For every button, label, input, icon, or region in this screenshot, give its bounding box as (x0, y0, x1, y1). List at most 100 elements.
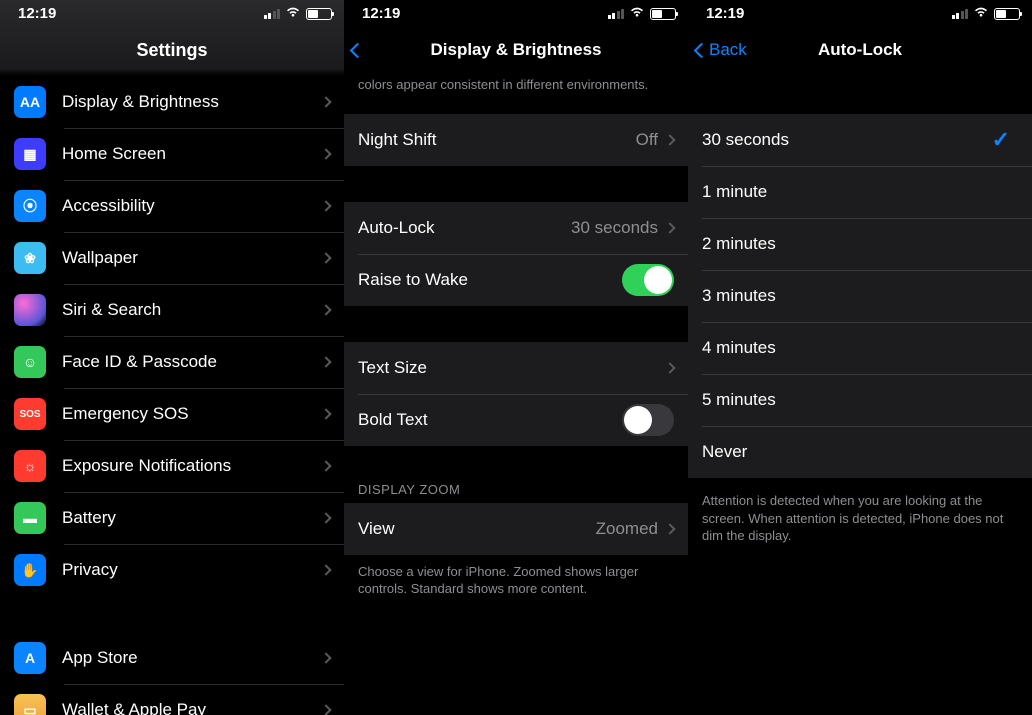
settings-row-display-brightness[interactable]: AA Display & Brightness (0, 76, 344, 128)
bold-text-label: Bold Text (358, 410, 622, 430)
chevron-right-icon (320, 512, 331, 523)
settings-row-label: Privacy (62, 560, 322, 580)
settings-row-label: Wallet & Apple Pay (62, 700, 322, 715)
auto-lock-options: 30 seconds✓1 minute2 minutes3 minutes4 m… (688, 114, 1032, 478)
status-indicators (264, 6, 333, 21)
chevron-right-icon (320, 356, 331, 367)
back-label: Back (709, 40, 747, 60)
bold-text-row: Bold Text (344, 394, 688, 446)
settings-row-face-id-passcode[interactable]: ☺Face ID & Passcode (0, 336, 344, 388)
chevron-right-icon (320, 460, 331, 471)
night-shift-label: Night Shift (358, 130, 636, 150)
chevron-right-icon (320, 200, 331, 211)
auto-lock-option[interactable]: 4 minutes (688, 322, 1032, 374)
settings-row-home-screen[interactable]: ▦ Home Screen (0, 128, 344, 180)
page-title: Auto-Lock (818, 40, 902, 60)
settings-row-label: Display & Brightness (62, 92, 322, 112)
view-value: Zoomed (596, 519, 658, 539)
auto-lock-option[interactable]: 3 minutes (688, 270, 1032, 322)
checkmark-icon: ✓ (992, 127, 1010, 153)
option-label: 5 minutes (702, 390, 1018, 410)
privacy-icon: ✋ (14, 554, 46, 586)
status-bar: 12:19 (344, 0, 688, 24)
status-bar: 12:19 (0, 0, 344, 24)
chevron-left-icon (350, 42, 366, 58)
settings-row-battery[interactable]: ▬ Battery (0, 492, 344, 544)
raise-to-wake-toggle[interactable] (622, 264, 674, 296)
status-time: 12:19 (706, 5, 744, 22)
page-title: Settings (136, 40, 207, 61)
chevron-right-icon (320, 252, 331, 263)
settings-row-emergency-sos[interactable]: SOSEmergency SOS (0, 388, 344, 440)
option-label: 2 minutes (702, 234, 1018, 254)
auto-lock-option[interactable]: Never (688, 426, 1032, 478)
status-time: 12:19 (18, 5, 56, 22)
settings-row-wallpaper[interactable]: ❀Wallpaper (0, 232, 344, 284)
text-size-label: Text Size (358, 358, 666, 378)
auto-lock-option[interactable]: 5 minutes (688, 374, 1032, 426)
settings-screen: 12:19 Settings AA Display & Brightness ▦ Ho… (0, 0, 344, 715)
display-zoom-header: Display Zoom (344, 476, 688, 503)
face-id-passcode-icon: ☺ (14, 346, 46, 378)
status-indicators (952, 6, 1021, 21)
chevron-right-icon (320, 652, 331, 663)
settings-row-privacy[interactable]: ✋ Privacy (0, 544, 344, 596)
settings-row-wallet-apple-pay[interactable]: ▭ Wallet & Apple Pay (0, 684, 344, 715)
settings-row-app-store[interactable]: AApp Store (0, 632, 344, 684)
page-title: Display & Brightness (431, 40, 602, 60)
auto-lock-option[interactable]: 30 seconds✓ (688, 114, 1032, 166)
wallet-apple-pay-icon: ▭ (14, 694, 46, 715)
display-brightness-icon: AA (14, 86, 46, 118)
battery-icon (650, 8, 676, 20)
chevron-right-icon (320, 96, 331, 107)
option-label: 4 minutes (702, 338, 1018, 358)
settings-list: AA Display & Brightness ▦ Home Screen ⦿Acces… (0, 76, 344, 596)
chevron-right-icon (664, 222, 675, 233)
emergency-sos-icon: SOS (14, 398, 46, 430)
chevron-right-icon (664, 523, 675, 534)
auto-lock-footer: Attention is detected when you are looki… (688, 478, 1032, 557)
settings-row-siri-search[interactable]: Siri & Search (0, 284, 344, 336)
app-store-icon: A (14, 642, 46, 674)
auto-lock-value: 30 seconds (571, 218, 658, 238)
auto-lock-option[interactable]: 1 minute (688, 166, 1032, 218)
battery-icon (994, 8, 1020, 20)
settings-row-label: Accessibility (62, 196, 322, 216)
settings-row-label: Wallpaper (62, 248, 322, 268)
chevron-right-icon (320, 304, 331, 315)
view-row[interactable]: View Zoomed (344, 503, 688, 555)
nav-header: Back Auto-Lock (688, 24, 1032, 76)
settings-row-label: Battery (62, 508, 322, 528)
chevron-right-icon (664, 134, 675, 145)
text-size-row[interactable]: Text Size (344, 342, 688, 394)
auto-lock-option[interactable]: 2 minutes (688, 218, 1032, 270)
nav-header: Display & Brightness (344, 24, 688, 76)
settings-row-accessibility[interactable]: ⦿Accessibility (0, 180, 344, 232)
option-label: Never (702, 442, 1018, 462)
status-time: 12:19 (362, 5, 400, 22)
settings-list-2: AApp Store ▭ Wallet & Apple Pay (0, 632, 344, 715)
chevron-right-icon (320, 148, 331, 159)
siri-search-icon (14, 294, 46, 326)
back-button[interactable]: Back (696, 40, 747, 60)
option-label: 3 minutes (702, 286, 1018, 306)
night-shift-value: Off (636, 130, 658, 150)
nav-header: Settings (0, 24, 344, 76)
raise-to-wake-row: Raise to Wake (344, 254, 688, 306)
display-zoom-footer: Choose a view for iPhone. Zoomed shows l… (344, 555, 688, 610)
home-screen-icon: ▦ (14, 138, 46, 170)
settings-row-exposure-notifications[interactable]: ☼Exposure Notifications (0, 440, 344, 492)
wifi-icon (285, 6, 301, 21)
battery-icon (306, 8, 332, 20)
night-shift-row[interactable]: Night Shift Off (344, 114, 688, 166)
bold-text-toggle[interactable] (622, 404, 674, 436)
auto-lock-row[interactable]: Auto-Lock 30 seconds (344, 202, 688, 254)
view-label: View (358, 519, 596, 539)
settings-row-label: Home Screen (62, 144, 322, 164)
battery-icon: ▬ (14, 502, 46, 534)
settings-row-label: Exposure Notifications (62, 456, 322, 476)
back-button[interactable] (352, 45, 363, 56)
option-label: 30 seconds (702, 130, 1018, 150)
signal-icon (608, 8, 625, 19)
auto-lock-label: Auto-Lock (358, 218, 571, 238)
